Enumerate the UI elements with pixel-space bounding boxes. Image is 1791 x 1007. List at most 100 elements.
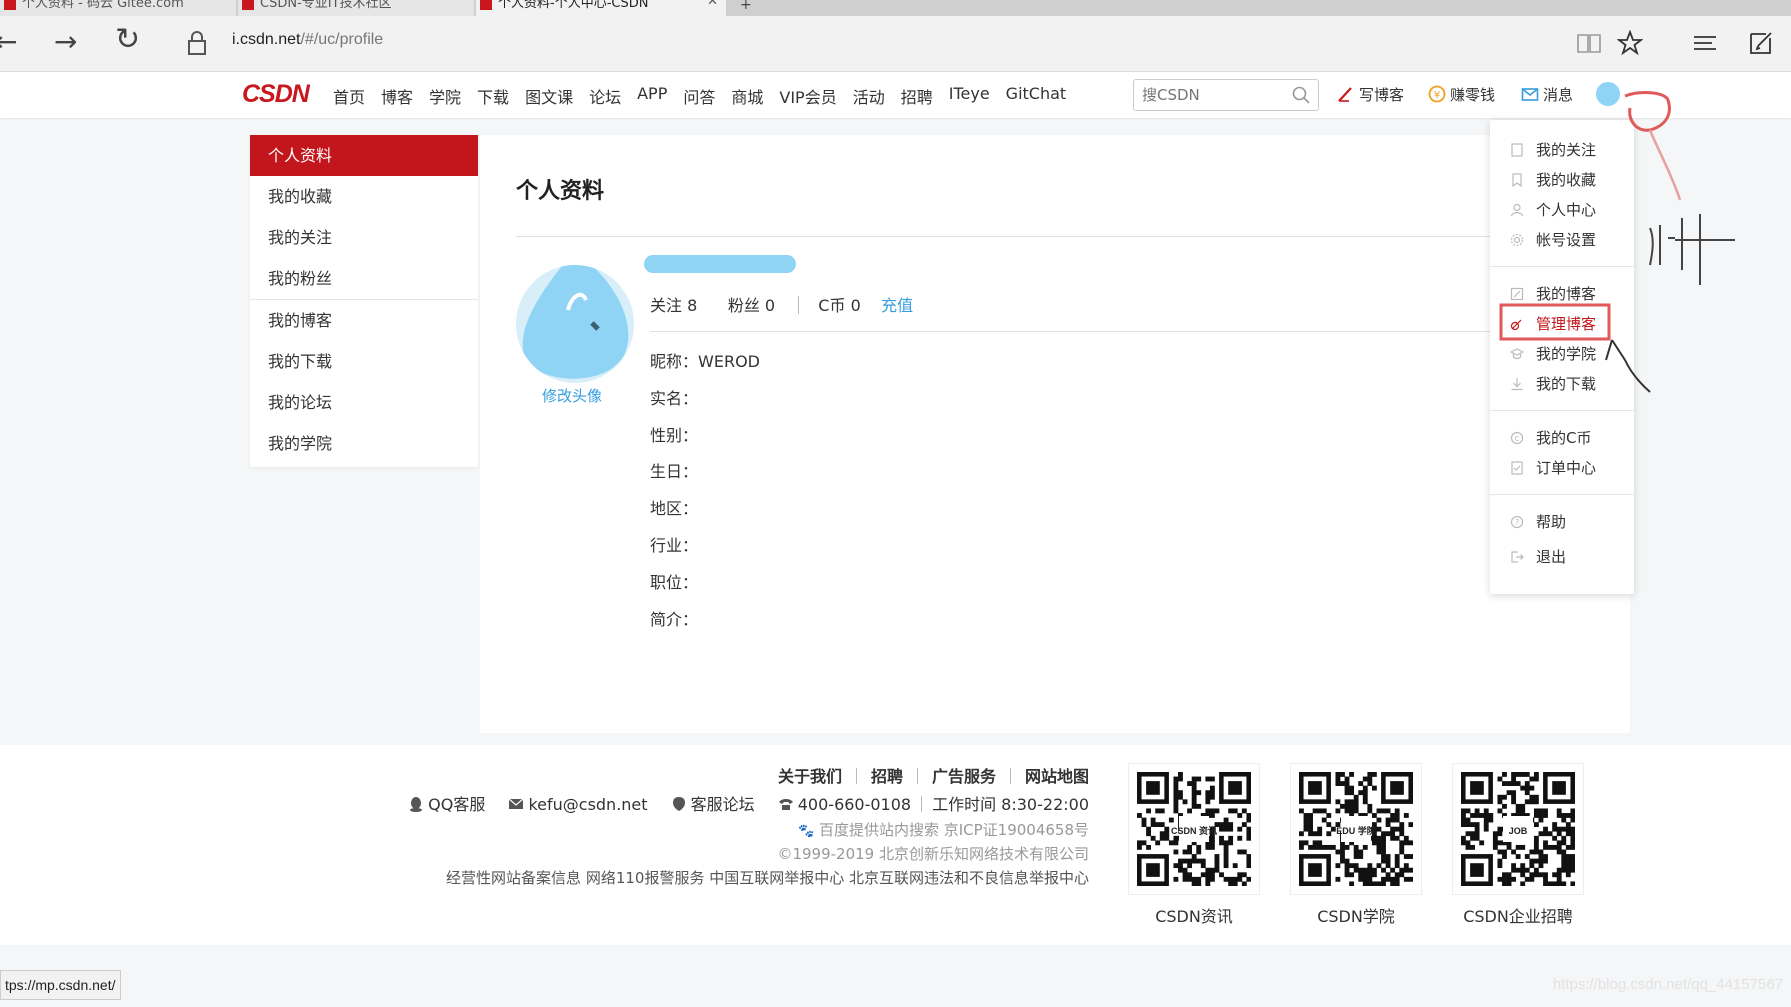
web-note-icon[interactable] [1748,30,1774,56]
messages-label: 消息 [1543,86,1574,104]
nav-link-mall[interactable]: 商城 [731,84,763,108]
nav-link-download[interactable]: 下载 [477,84,509,108]
footer-report-links[interactable]: 经营性网站备案信息 网络110报警服务 中国互联网举报中心 北京互联网违法和不良… [446,867,1089,888]
menu-item-label: 帮助 [1536,513,1567,531]
messages-button[interactable]: 消息 [1521,84,1573,105]
nav-link-home[interactable]: 首页 [333,84,365,108]
sidebar-item-my-academy[interactable]: 我的学院 [250,423,478,464]
user-dropdown-menu: 我的关注 我的收藏 个人中心 帐号设置 我的博客 管理博客 我的学院 我的下载 … [1490,120,1634,594]
menu-item-orders[interactable]: 订单中心 [1490,456,1634,480]
user-avatar[interactable] [1596,82,1620,106]
close-tab-icon[interactable]: ✕ [707,0,718,8]
footer-copyright: ©1999-2019 北京创新乐知网络技术有限公司 [777,845,1089,863]
back-icon[interactable]: ← [0,28,17,56]
menu-item-my-academy[interactable]: 我的学院 [1490,342,1634,366]
search-icon[interactable] [1292,86,1310,104]
write-blog-button[interactable]: 写博客 [1337,84,1404,105]
sidebar-item-my-downloads[interactable]: 我的下载 [250,341,478,382]
menu-item-personal-center[interactable]: 个人中心 [1490,198,1634,222]
footer-link-jobs[interactable]: 招聘 [871,767,903,786]
earn-money-button[interactable]: ¥ 赚零钱 [1428,84,1495,105]
nav-link-gitbook[interactable]: 图文课 [525,84,573,108]
menu-item-my-coins[interactable]: C 我的C币 [1490,426,1634,450]
search-input[interactable] [1142,81,1292,109]
nav-link-app[interactable]: APP [637,84,667,108]
help-icon: ? [1510,515,1524,529]
earn-label: 赚零钱 [1450,86,1496,104]
sidebar-item-fans[interactable]: 我的粉丝 [250,258,478,299]
qr-pattern-icon: JOB [1461,772,1576,887]
qr-caption: CSDN学院 [1317,907,1395,926]
recharge-link[interactable]: 充值 [881,296,913,315]
menu-item-logout[interactable]: 退出 [1490,545,1634,569]
menu-item-label: 我的学院 [1536,345,1597,363]
menu-item-label: 个人中心 [1536,201,1597,219]
sidebar-item-my-blog[interactable]: 我的博客 [250,300,478,341]
stats-divider [798,296,800,314]
nav-link-qa[interactable]: 问答 [683,84,715,108]
sidebar-item-profile[interactable]: 个人资料 [250,135,478,176]
menu-divider [1490,410,1634,411]
nav-link-gitchat[interactable]: GitChat [1006,84,1067,108]
qr-code-image: CSDN 资讯 [1128,763,1260,895]
footer-link-about[interactable]: 关于我们 [778,767,842,786]
footer-link-sitemap[interactable]: 网站地图 [1025,767,1089,786]
avatar-scribble-icon [522,265,629,379]
nav-link-forum[interactable]: 论坛 [589,84,621,108]
footer-icp-text[interactable]: 百度提供站内搜索 京ICP证19004658号 [819,821,1089,839]
sidebar-item-my-forum[interactable]: 我的论坛 [250,382,478,423]
field-label: 昵称： [650,352,699,371]
service-forum-link[interactable]: 客服论坛 [691,795,755,814]
url-field[interactable]: i.csdn.net/#/uc/profile [232,31,383,49]
nav-link-jobs[interactable]: 招聘 [901,84,933,108]
profile-avatar[interactable] [516,265,634,383]
browser-tab-active[interactable]: 个人资料-个人中心-CSDN ✕ [476,0,726,16]
csdn-favicon-icon [242,0,254,10]
fans-count[interactable]: 0 [765,296,775,315]
forward-icon[interactable]: → [54,28,77,56]
menu-item-following[interactable]: 我的关注 [1490,138,1634,162]
field-nickname: 昵称：WEROD [650,348,760,372]
footer-link-ads[interactable]: 广告服务 [932,767,996,786]
following-count[interactable]: 8 [687,296,697,315]
new-tab-icon[interactable]: + [740,0,752,13]
browser-tab[interactable]: CSDN-专业IT技术社区 [238,0,474,16]
qr-code-academy: EDU 学院 CSDN学院 [1290,763,1422,927]
nav-link-events[interactable]: 活动 [853,84,885,108]
refresh-icon[interactable]: ↻ [115,25,140,55]
menu-item-my-blog[interactable]: 我的博客 [1490,282,1634,306]
menu-item-favorites[interactable]: 我的收藏 [1490,168,1634,192]
order-check-icon [1511,461,1523,475]
field-label: 性别： [650,426,699,445]
nav-link-iteye[interactable]: ITeye [949,84,990,108]
qq-penguin-icon [410,797,423,812]
menu-item-manage-blog[interactable]: 管理博客 [1490,312,1634,336]
sidebar-item-favorites[interactable]: 我的收藏 [250,176,478,217]
hub-menu-icon[interactable] [1692,30,1718,56]
nav-link-vip[interactable]: VIP会员 [779,84,836,108]
fans-label[interactable]: 粉丝 [728,296,760,315]
csdn-logo[interactable]: CSDN [242,80,310,109]
edit-doc-icon [1510,287,1524,301]
nav-link-blog[interactable]: 博客 [381,84,413,108]
footer-link-divider [855,768,857,784]
menu-item-label: 管理博客 [1536,315,1597,333]
field-label: 行业： [650,536,699,555]
qr-caption: CSDN资讯 [1155,907,1233,926]
watermark: https://blog.csdn.net/qq_44157567 [1552,976,1783,993]
reading-view-icon[interactable] [1576,30,1602,56]
sidebar-item-following[interactable]: 我的关注 [250,217,478,258]
menu-item-account-settings[interactable]: 帐号设置 [1490,228,1634,252]
manage-pen-icon [1510,319,1522,331]
favorite-star-icon[interactable] [1617,30,1643,56]
following-label[interactable]: 关注 [650,296,682,315]
menu-item-help[interactable]: ? 帮助 [1490,510,1634,534]
nav-link-academy[interactable]: 学院 [429,84,461,108]
working-hours: 工作时间 8:30-22:00 [932,795,1089,814]
menu-item-my-downloads[interactable]: 我的下载 [1490,372,1634,396]
browser-tab[interactable]: 个人资料 - 码云 Gitee.com [0,0,236,16]
email-link[interactable]: kefu@csdn.net [528,795,647,814]
edit-avatar-link[interactable]: 修改头像 [542,385,602,406]
qq-service-link[interactable]: QQ客服 [428,795,485,814]
gitee-favicon-icon [4,0,16,10]
